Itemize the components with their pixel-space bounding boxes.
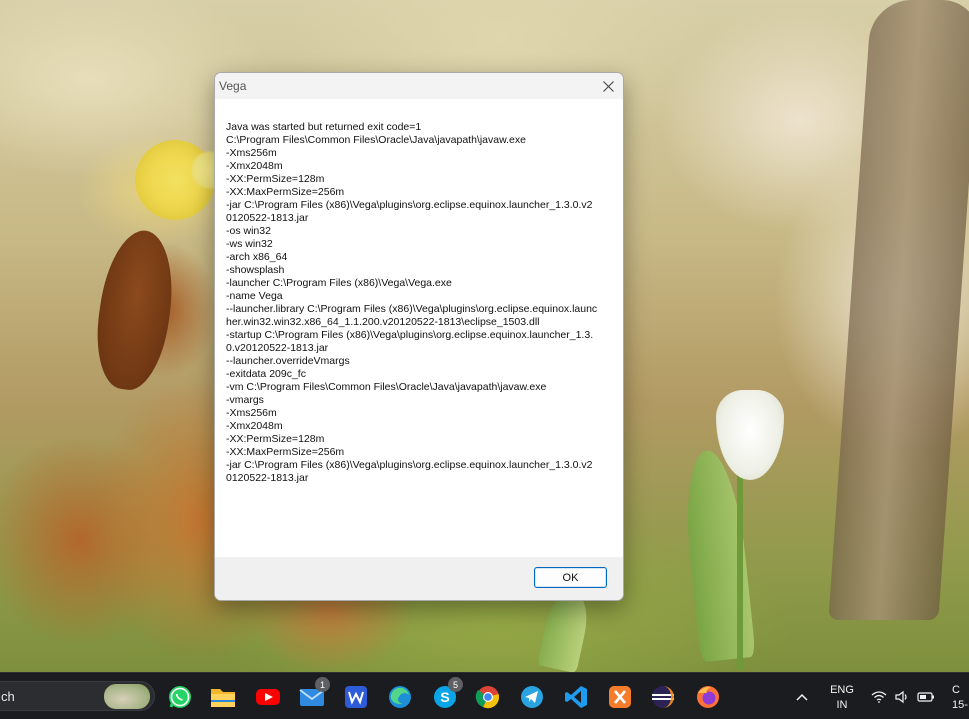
battery-icon[interactable] [914, 683, 938, 711]
volume-icon[interactable] [891, 683, 913, 711]
dialog-title: Vega [219, 79, 247, 93]
edge-icon[interactable] [386, 683, 414, 711]
clock-date: 15- [952, 699, 968, 711]
search-text: ch [1, 688, 15, 704]
whatsapp-icon[interactable] [166, 683, 194, 711]
file-explorer-icon[interactable] [209, 683, 237, 711]
xampp-icon[interactable] [606, 683, 634, 711]
chrome-icon[interactable] [474, 683, 502, 711]
language-indicator[interactable]: ENG IN [824, 683, 860, 713]
mail-badge: 1 [315, 677, 330, 692]
taskbar-search[interactable]: ch [0, 681, 155, 711]
close-icon [602, 80, 614, 92]
wallpaper-tulip [716, 390, 784, 480]
firefox-icon[interactable] [694, 683, 722, 711]
dialog-titlebar[interactable]: Vega [215, 73, 623, 99]
chevron-up-icon[interactable] [790, 683, 814, 711]
wifi-icon[interactable] [868, 683, 890, 711]
language-code: ENG [830, 684, 854, 696]
clock[interactable]: C 15- [952, 683, 968, 713]
ok-button[interactable]: OK [534, 567, 607, 588]
error-message: Java was started but returned exit code=… [226, 121, 598, 484]
dialog-footer: OK [215, 557, 623, 600]
wps-writer-icon[interactable] [342, 683, 370, 711]
language-region: IN [836, 699, 848, 711]
taskbar: ch 1 S 5 ENG IN C 15- [0, 672, 969, 719]
clock-time: C [952, 684, 960, 696]
search-highlight-icon [104, 684, 150, 709]
mail-icon[interactable]: 1 [298, 677, 330, 711]
skype-icon[interactable]: S 5 [431, 677, 463, 711]
eclipse-icon[interactable] [649, 683, 677, 711]
vscode-icon[interactable] [562, 683, 590, 711]
youtube-icon[interactable] [254, 683, 282, 711]
wallpaper-stem [737, 470, 743, 670]
dialog-body: Java was started but returned exit code=… [215, 99, 623, 559]
error-dialog: Vega Java was started but returned exit … [214, 72, 624, 601]
wallpaper-leaf [679, 447, 756, 663]
wallpaper-tree [828, 0, 969, 620]
skype-badge: 5 [448, 677, 463, 692]
close-button[interactable] [593, 73, 623, 99]
telegram-icon[interactable] [518, 683, 546, 711]
svg-text:S: S [440, 689, 449, 705]
